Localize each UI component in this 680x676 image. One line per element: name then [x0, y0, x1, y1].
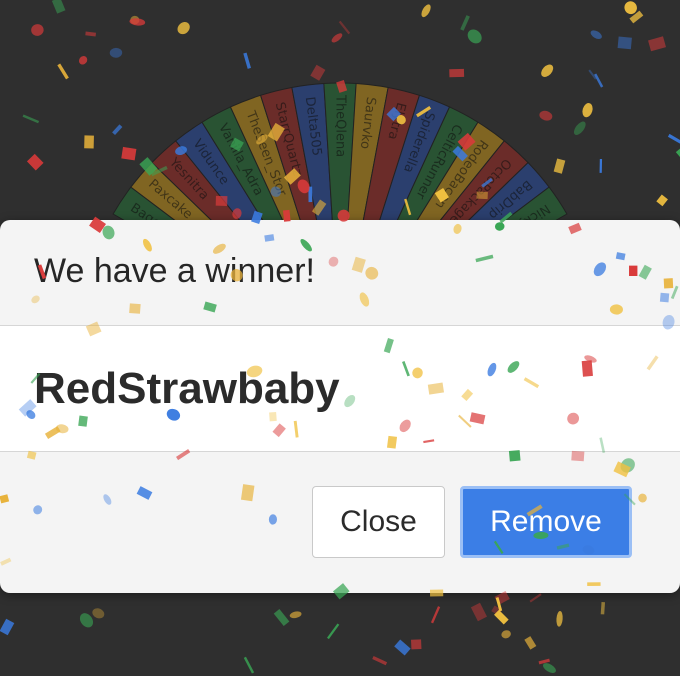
app-stage: Bagel Paxcake Yesnitra Vidunce Vanilla_Adra T…	[0, 0, 680, 676]
dialog-title: We have a winner!	[34, 252, 315, 290]
winner-dialog: We have a winner! RedStrawbaby Close Rem…	[0, 220, 680, 593]
close-button[interactable]: Close	[312, 486, 445, 558]
dialog-header: We have a winner!	[0, 220, 680, 326]
dialog-footer: Close Remove	[0, 452, 680, 593]
dialog-body: RedStrawbaby	[0, 326, 680, 452]
winner-name: RedStrawbaby	[34, 364, 340, 413]
remove-button[interactable]: Remove	[460, 486, 632, 558]
